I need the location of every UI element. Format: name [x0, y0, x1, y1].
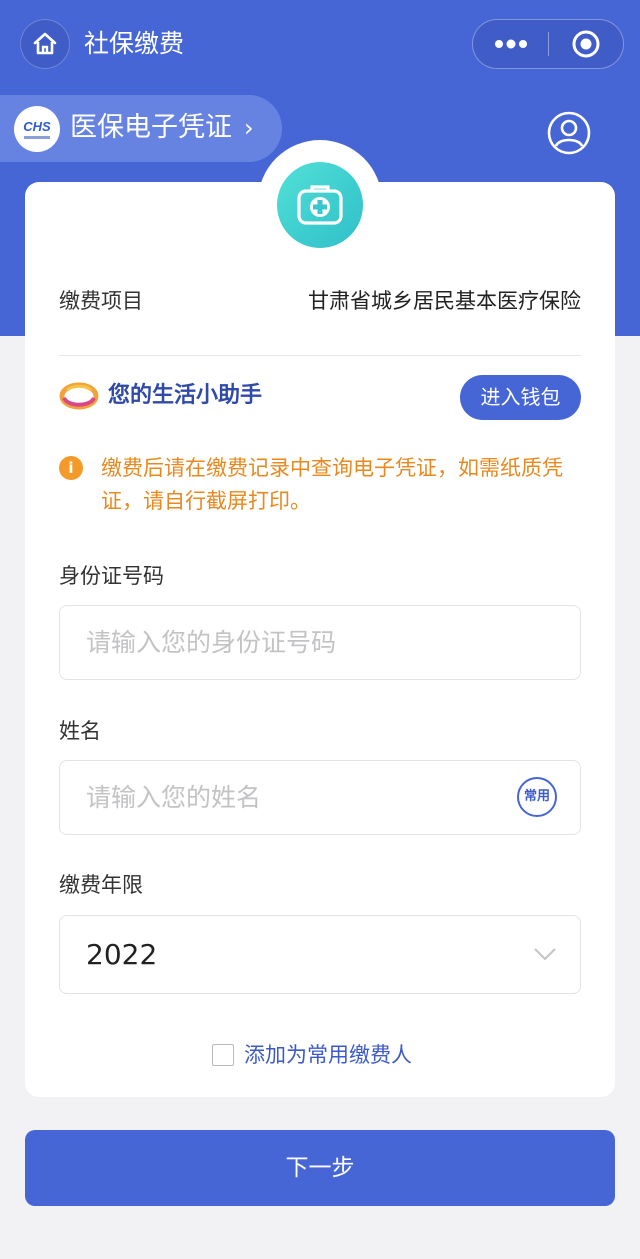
chevron-down-icon: [534, 948, 556, 961]
chevron-right-icon: ›: [244, 114, 254, 142]
user-profile-icon[interactable]: [546, 110, 592, 156]
payment-year-value: 2022: [86, 938, 158, 971]
more-dots-icon: [495, 39, 527, 49]
divider: [59, 355, 581, 356]
page: 社保缴费 CHS 医保电子凭证 › 缴费项目 甘肃省城乡居民基本医疗保险 您的生…: [0, 0, 640, 1259]
info-icon: i: [59, 456, 83, 480]
close-button[interactable]: [549, 20, 623, 68]
home-icon: [33, 32, 57, 55]
id-number-label: 身份证号码: [59, 564, 164, 588]
mini-program-capsule: [472, 19, 624, 69]
notice-text: 缴费后请在缴费记录中查询电子凭证，如需纸质凭证，请自行截屏打印。: [101, 456, 563, 513]
home-button[interactable]: [20, 19, 70, 69]
enter-wallet-button[interactable]: 进入钱包: [460, 375, 581, 420]
credential-label: 医保电子凭证: [70, 112, 232, 143]
chs-logo-subline: [24, 135, 50, 139]
chs-logo-text: CHS: [23, 118, 51, 134]
chs-logo: CHS: [14, 106, 60, 152]
payment-item-label: 缴费项目: [59, 289, 143, 313]
id-number-input[interactable]: [86, 606, 486, 679]
payment-item-value: 甘肃省城乡居民基本医疗保险: [308, 289, 581, 313]
payment-year-select[interactable]: 2022: [59, 915, 581, 994]
assistant-label: 您的生活小助手: [108, 383, 263, 408]
next-step-button[interactable]: 下一步: [25, 1130, 615, 1206]
name-input[interactable]: [86, 761, 486, 834]
name-label: 姓名: [59, 719, 101, 743]
assistant-logo-icon: [59, 382, 99, 410]
more-button[interactable]: [473, 20, 549, 68]
common-payer-button[interactable]: 常用: [517, 777, 557, 817]
add-common-payer-checkbox[interactable]: [212, 1044, 234, 1066]
payment-year-label: 缴费年限: [59, 873, 143, 897]
medical-credential-entry[interactable]: CHS 医保电子凭证 ›: [0, 95, 282, 162]
target-close-icon: [572, 30, 600, 58]
id-number-field-box: [59, 605, 581, 680]
medical-kit-icon: [277, 162, 363, 248]
page-title: 社保缴费: [84, 29, 185, 58]
add-common-payer-label[interactable]: 添加为常用缴费人: [244, 1040, 412, 1070]
name-field-box: 常用: [59, 760, 581, 835]
